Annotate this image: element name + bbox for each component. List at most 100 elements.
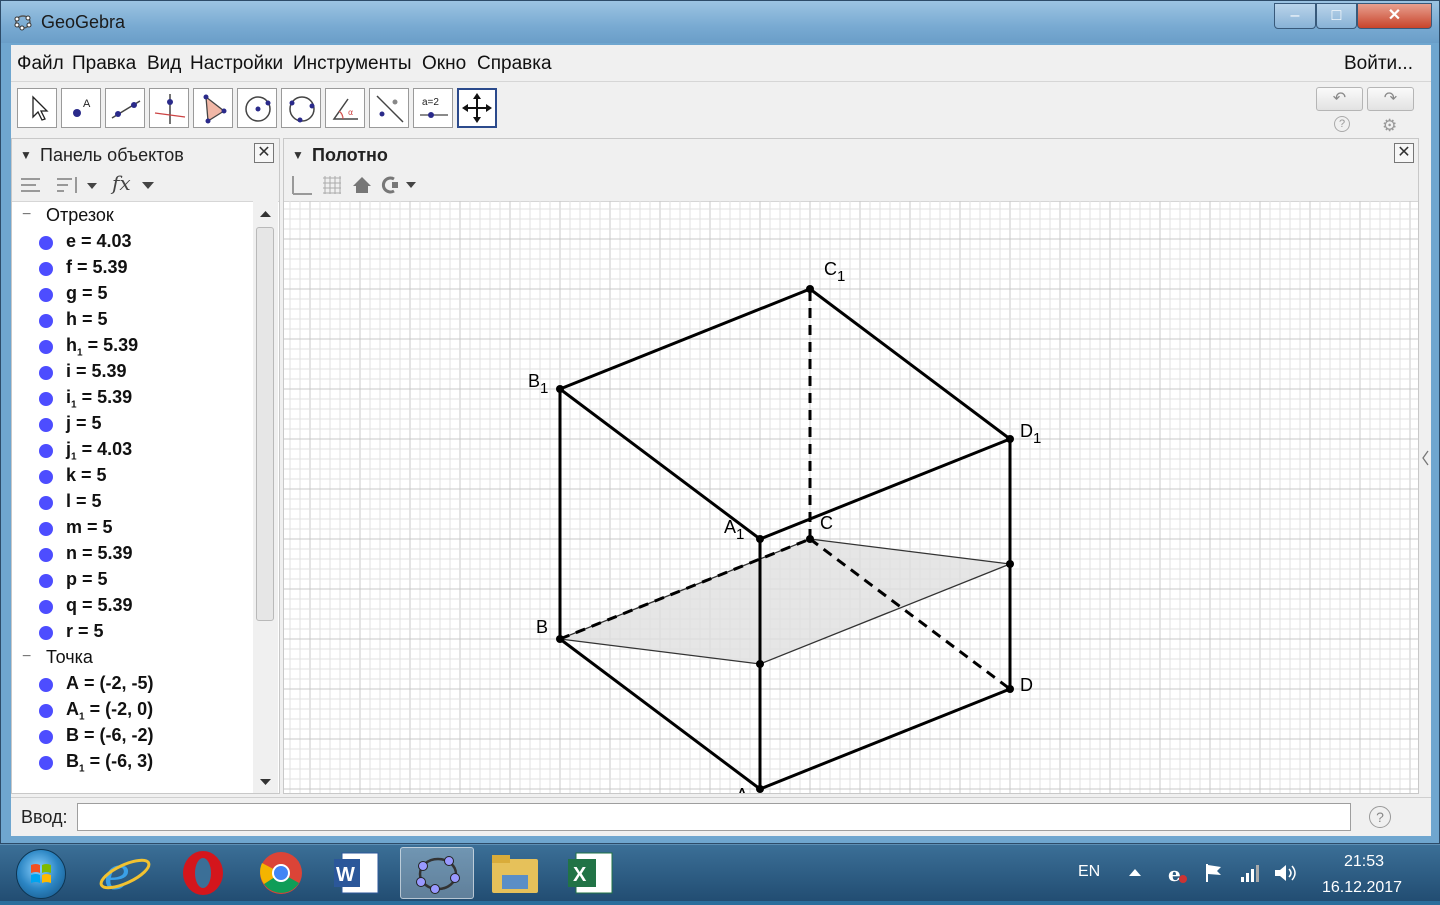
algebra-panel-header: ▼ Панель объектов ✕ (12, 139, 279, 170)
algebra-object-text: j1 = 4.03 (66, 439, 132, 463)
object-value: = 5.39 (82, 595, 133, 615)
toggle-auxiliary-icon[interactable] (18, 171, 48, 201)
clock-time[interactable]: 21:53 (1344, 853, 1384, 871)
angle-tool-button[interactable]: α (325, 88, 365, 128)
action-center-flag-icon[interactable] (1202, 861, 1226, 885)
show-axes-icon[interactable] (290, 173, 314, 197)
scroll-up-icon[interactable] (253, 204, 278, 224)
login-link[interactable]: Войти... (1344, 53, 1413, 75)
chevron-down-icon[interactable] (141, 181, 155, 191)
graphics-panel-close-button[interactable]: ✕ (1394, 143, 1414, 163)
volume-icon[interactable] (1272, 861, 1300, 885)
svg-text:X: X (573, 864, 587, 886)
fx-icon[interactable]: fx (112, 171, 131, 195)
language-indicator[interactable]: EN (1078, 863, 1100, 881)
close-button[interactable]: ✕ (1357, 3, 1432, 29)
input-field[interactable] (77, 803, 1351, 831)
visibility-toggle-icon[interactable] (39, 522, 53, 536)
svg-text:W: W (336, 864, 355, 886)
visibility-toggle-icon[interactable] (39, 626, 53, 640)
visibility-toggle-icon[interactable] (39, 392, 53, 406)
circle-tool-button[interactable] (237, 88, 277, 128)
chrome-taskbar-button[interactable] (244, 847, 318, 899)
visibility-toggle-icon[interactable] (39, 574, 53, 588)
sort-by-icon[interactable] (54, 171, 102, 201)
home-icon[interactable] (350, 173, 374, 197)
group-collapse-icon[interactable]: − (22, 648, 31, 666)
visibility-toggle-icon[interactable] (39, 600, 53, 614)
panel-collapse-icon[interactable]: ▼ (20, 148, 32, 162)
visibility-toggle-icon[interactable] (39, 288, 53, 302)
visibility-toggle-icon[interactable] (39, 444, 53, 458)
visibility-toggle-icon[interactable] (39, 678, 53, 692)
undo-button[interactable]: ↶ (1316, 87, 1363, 111)
ie-tray-icon[interactable]: e (1165, 861, 1189, 885)
algebra-object-text: i = 5.39 (66, 361, 127, 385)
menu-edit[interactable]: Правка (72, 53, 136, 75)
visibility-toggle-icon[interactable] (39, 496, 53, 510)
settings-gear-icon[interactable]: ⚙ (1382, 116, 1397, 136)
tray-chevron-up-icon[interactable] (1127, 865, 1143, 881)
clock-date[interactable]: 16.12.2017 (1322, 879, 1402, 897)
visibility-toggle-icon[interactable] (39, 236, 53, 250)
menu-window[interactable]: Окно (422, 53, 466, 75)
scroll-down-icon[interactable] (253, 772, 278, 792)
title-bar[interactable]: GeoGebra ‒ □ ✕ (1, 1, 1439, 43)
algebra-scrollbar[interactable] (253, 201, 278, 793)
geogebra-icon (416, 856, 460, 894)
visibility-toggle-icon[interactable] (39, 548, 53, 562)
visibility-toggle-icon[interactable] (39, 340, 53, 354)
help-icon[interactable]: ? (1334, 116, 1350, 132)
object-name: q (66, 595, 77, 615)
algebra-panel: ▼ Панель объектов ✕ fx − Отрезок e = 4.03 f =… (11, 138, 280, 794)
chevron-left-icon[interactable] (1421, 448, 1431, 468)
move-tool-button[interactable] (17, 88, 57, 128)
visibility-toggle-icon[interactable] (39, 262, 53, 276)
group-collapse-icon[interactable]: − (22, 206, 31, 224)
geogebra-taskbar-button[interactable] (400, 847, 474, 899)
menu-tools[interactable]: Инструменты (293, 53, 411, 75)
object-group-label[interactable]: Отрезок (46, 205, 114, 226)
object-group-label[interactable]: Точка (46, 647, 93, 668)
input-help-icon[interactable]: ? (1369, 806, 1391, 828)
line-tool-button[interactable] (105, 88, 145, 128)
menu-settings[interactable]: Настройки (190, 53, 283, 75)
menu-help[interactable]: Справка (477, 53, 552, 75)
show-grid-icon[interactable] (320, 173, 344, 197)
visibility-toggle-icon[interactable] (39, 704, 53, 718)
excel-taskbar-button[interactable]: X (556, 847, 630, 899)
visibility-toggle-icon[interactable] (39, 314, 53, 328)
perpendicular-tool-button[interactable] (149, 88, 189, 128)
scrollbar-thumb[interactable] (256, 227, 274, 621)
file-explorer-taskbar-button[interactable] (478, 847, 552, 899)
internet-explorer-taskbar-button[interactable]: e (88, 847, 162, 900)
side-panel-toggle[interactable] (1421, 138, 1431, 794)
point-capturing-icon[interactable] (378, 173, 424, 197)
visibility-toggle-icon[interactable] (39, 730, 53, 744)
menu-view[interactable]: Вид (147, 53, 181, 75)
conic-tool-button[interactable] (281, 88, 321, 128)
point-tool-button[interactable]: A (61, 88, 101, 128)
visibility-toggle-icon[interactable] (39, 418, 53, 432)
polygon-tool-button[interactable] (193, 88, 233, 128)
object-value: = 5.39 (76, 361, 127, 381)
menu-file[interactable]: Файл (17, 53, 64, 75)
algebra-panel-close-button[interactable]: ✕ (254, 143, 274, 163)
visibility-toggle-icon[interactable] (39, 366, 53, 380)
geometry-canvas[interactable]: AA1BB1CC1DD1 (284, 201, 1418, 793)
slider-tool-button[interactable]: a=2 (413, 88, 453, 128)
reflect-tool-button[interactable] (369, 88, 409, 128)
network-signal-icon[interactable] (1238, 861, 1262, 885)
word-taskbar-button[interactable]: W (322, 847, 396, 899)
point-label: D (1020, 675, 1033, 695)
move-graphics-tool-button[interactable] (457, 88, 497, 128)
minimize-button[interactable]: ‒ (1274, 3, 1316, 29)
object-value: = (-6, -2) (84, 725, 154, 745)
opera-taskbar-button[interactable] (166, 847, 240, 899)
redo-button[interactable]: ↷ (1367, 87, 1414, 111)
visibility-toggle-icon[interactable] (39, 756, 53, 770)
visibility-toggle-icon[interactable] (39, 470, 53, 484)
maximize-button[interactable]: □ (1316, 3, 1357, 29)
start-button[interactable] (16, 849, 66, 899)
panel-collapse-icon[interactable]: ▼ (292, 148, 304, 162)
